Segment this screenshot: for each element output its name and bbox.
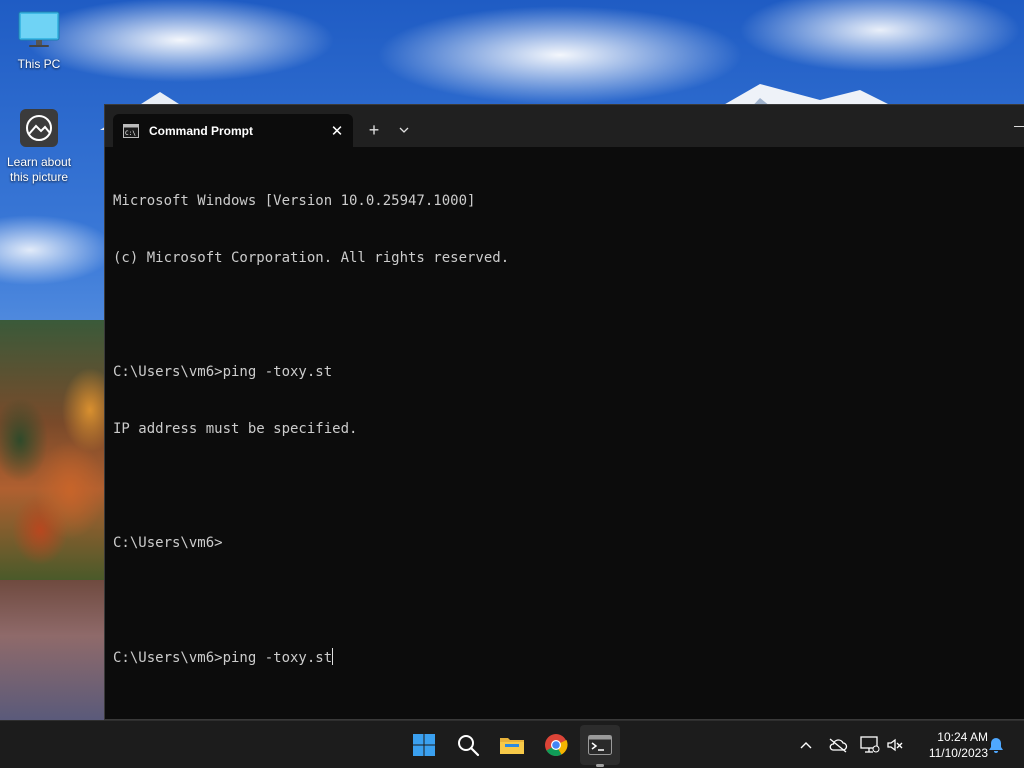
clock-time: 10:24 AM bbox=[937, 730, 988, 744]
console-line: Microsoft Windows [Version 10.0.25947.10… bbox=[113, 193, 476, 209]
desktop-icon-label: This PC bbox=[17, 57, 61, 71]
search-icon bbox=[458, 735, 480, 757]
cmd-icon: C:\ bbox=[123, 123, 139, 138]
lake-scenery bbox=[0, 580, 104, 720]
minimize-icon bbox=[1014, 125, 1024, 127]
notification-bell-icon bbox=[989, 738, 1003, 753]
desktop-icon-this-pc[interactable]: This PC bbox=[0, 10, 78, 72]
file-explorer-icon bbox=[500, 738, 524, 754]
search-button[interactable] bbox=[448, 725, 488, 765]
close-tab-button[interactable]: ✕ bbox=[323, 117, 351, 145]
cloud-offline-icon bbox=[829, 738, 848, 753]
volume-button[interactable] bbox=[883, 733, 907, 757]
tab-dropdown-button[interactable] bbox=[393, 117, 415, 143]
tab-command-prompt[interactable]: C:\ Command Prompt ✕ bbox=[113, 114, 353, 147]
active-app-indicator bbox=[596, 764, 604, 767]
file-explorer-button[interactable] bbox=[492, 725, 532, 765]
console-current-command: C:\Users\vm6>ping -toxy.st bbox=[113, 650, 333, 666]
desktop-icon-learn-about-picture[interactable]: Learn about this picture bbox=[0, 108, 78, 185]
start-icon bbox=[413, 734, 435, 756]
desktop-icon-label: this picture bbox=[9, 170, 69, 184]
onedrive-button[interactable] bbox=[826, 733, 850, 757]
chrome-button[interactable] bbox=[536, 725, 576, 765]
show-hidden-icons-button[interactable] bbox=[794, 733, 818, 757]
console-input-line[interactable]: C:\Users\vm6>ping -toxy.st bbox=[113, 648, 1016, 667]
svg-text:C:\: C:\ bbox=[125, 130, 136, 137]
monitor-icon bbox=[18, 11, 60, 47]
volume-muted-icon bbox=[887, 738, 903, 752]
tab-title: Command Prompt bbox=[149, 123, 254, 138]
console-line: (c) Microsoft Corporation. All rights re… bbox=[113, 250, 510, 266]
chevron-up-icon bbox=[800, 742, 812, 749]
learn-picture-icon bbox=[20, 109, 58, 147]
notifications-button[interactable] bbox=[984, 733, 1008, 757]
clock-date: 11/10/2023 bbox=[928, 746, 988, 760]
terminal-titlebar[interactable]: C:\ Command Prompt ✕ + bbox=[105, 105, 1024, 147]
taskbar: 10:24 AM 11/10/2023 bbox=[0, 720, 1024, 768]
console-line: IP address must be specified. bbox=[113, 421, 358, 437]
desktop-icon-label: Learn about bbox=[6, 155, 72, 169]
minimize-button[interactable] bbox=[1008, 111, 1024, 141]
network-button[interactable] bbox=[858, 733, 882, 757]
console-line: C:\Users\vm6>ping -toxy.st bbox=[113, 364, 333, 380]
network-icon bbox=[860, 736, 880, 753]
chrome-icon bbox=[545, 734, 568, 756]
start-button[interactable] bbox=[404, 725, 444, 765]
console-output[interactable]: Microsoft Windows [Version 10.0.25947.10… bbox=[105, 147, 1024, 712]
terminal-icon bbox=[588, 735, 612, 755]
text-cursor bbox=[332, 648, 334, 665]
forest-scenery bbox=[0, 320, 104, 580]
terminal-window[interactable]: C:\ Command Prompt ✕ + Microsoft Windows… bbox=[104, 104, 1024, 720]
chevron-down-icon bbox=[399, 127, 409, 133]
clock-button[interactable]: 10:24 AM 11/10/2023 bbox=[910, 729, 988, 761]
terminal-taskbar-button[interactable] bbox=[580, 725, 620, 765]
console-line: C:\Users\vm6> bbox=[113, 535, 223, 551]
new-tab-button[interactable]: + bbox=[361, 117, 387, 143]
